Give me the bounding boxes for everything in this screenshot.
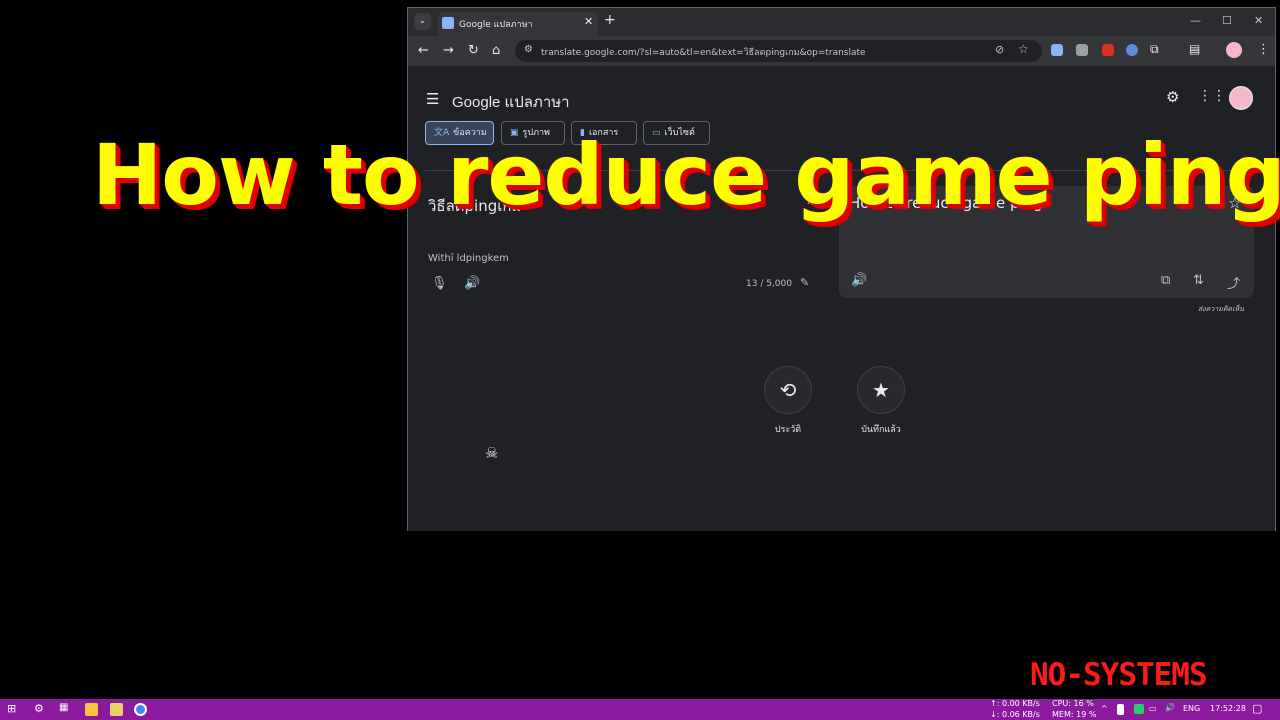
notepad-icon[interactable] (110, 703, 123, 716)
close-window-button[interactable]: ✕ (1254, 14, 1263, 27)
saved-button[interactable]: ★ (857, 366, 905, 414)
profile-avatar[interactable] (1226, 42, 1242, 58)
microphone-icon[interactable]: 🎙 (431, 276, 448, 291)
tray-expand-icon[interactable]: ^ (1101, 704, 1108, 713)
chrome-taskbar-icon[interactable] (134, 703, 147, 716)
bookmark-star-icon[interactable]: ☆ (1018, 42, 1029, 56)
maximize-button[interactable]: ☐ (1222, 14, 1232, 27)
address-bar[interactable]: ⚙ translate.google.com/?sl=auto&tl=en&te… (515, 40, 1042, 62)
saved-label: บันทึกแล้ว (861, 425, 901, 435)
video-title-overlay: How to reduce game ping (92, 126, 1280, 224)
char-count: 13 / 5,000 (746, 279, 792, 289)
mem-usage: MEM: 19 % (1052, 710, 1097, 719)
usb-tray-icon[interactable] (1117, 704, 1124, 715)
send-feedback-link[interactable]: ส่งความคิดเห็น (1198, 304, 1244, 315)
notification-icon[interactable]: ▢ (1252, 702, 1262, 715)
rate-translation-icon[interactable]: ⇅ (1193, 273, 1204, 288)
channel-watermark: NO-SYSTEMS (1030, 657, 1208, 693)
tab-close-icon[interactable]: ✕ (584, 15, 593, 28)
windows-taskbar: ⊞ ⚙ ▦ ↑: 0.00 KB/s ↓: 0.06 KB/s CPU: 16 … (0, 699, 1280, 720)
start-windows-icon[interactable]: ⊞ (7, 702, 16, 715)
volume-tray-icon[interactable]: 🔊 (1165, 703, 1175, 712)
saved-star-icon: ★ (872, 378, 890, 402)
net-download: ↓: 0.06 KB/s (990, 710, 1040, 719)
back-icon[interactable]: ← (418, 43, 429, 58)
copy-icon[interactable]: ⧉ (1161, 273, 1170, 288)
calculator-taskbar-icon[interactable]: ▦ (59, 702, 68, 713)
net-upload: ↑: 0.00 KB/s (990, 699, 1040, 708)
skull-cursor-icon: ☠ (485, 444, 499, 462)
google-translate-logo[interactable]: Google แปลภาษา (452, 90, 570, 114)
cpu-usage: CPU: 16 % (1052, 699, 1094, 708)
settings-gear-icon[interactable]: ⚙ (1166, 88, 1179, 106)
forward-icon[interactable]: → (443, 43, 454, 58)
tab-google-translate[interactable]: Google แปลภาษา ✕ (438, 12, 598, 36)
source-speaker-icon[interactable]: 🔊 (464, 276, 480, 291)
share-icon[interactable]: ⤴ (1227, 273, 1240, 292)
extension-badge-icon[interactable] (1102, 44, 1114, 56)
source-transliteration: Withī ldpingkem (428, 253, 509, 264)
history-label: ประวัติ (774, 425, 802, 435)
extension-translate-icon[interactable] (1051, 44, 1063, 56)
url-text[interactable]: translate.google.com/?sl=auto&tl=en&text… (541, 45, 866, 59)
browser-toolbar: ← → ↻ ⌂ ⚙ translate.google.com/?sl=auto&… (408, 36, 1275, 66)
site-info-icon[interactable]: ⚙ (524, 44, 533, 55)
hamburger-menu-icon[interactable]: ☰ (426, 90, 439, 108)
target-speaker-icon[interactable]: 🔊 (851, 273, 867, 288)
side-panel-icon[interactable]: ▤ (1189, 42, 1200, 56)
battery-tray-icon[interactable]: ▭ (1149, 704, 1157, 713)
clock[interactable]: 17:52:28 (1210, 704, 1246, 713)
browser-window: ⌄ Google แปลภาษา ✕ + — ☐ ✕ ← → ↻ ⌂ ⚙ tra… (407, 7, 1276, 531)
translate-favicon-icon (442, 17, 454, 29)
settings-taskbar-icon[interactable]: ⚙ (34, 702, 44, 715)
extension-cast-icon[interactable] (1076, 44, 1088, 56)
tab-strip: ⌄ Google แปลภาษา ✕ + — ☐ ✕ (408, 8, 1275, 36)
logo-google: Google (452, 94, 501, 111)
app-tray-icon[interactable] (1134, 704, 1144, 714)
edit-pencil-icon[interactable]: ✎ (800, 276, 809, 289)
file-explorer-icon[interactable] (85, 703, 98, 716)
apps-grid-icon[interactable]: ⋮⋮ (1198, 88, 1226, 104)
history-icon: ⟲ (779, 378, 797, 402)
eye-off-icon[interactable]: ⊘ (995, 43, 1004, 56)
extensions-puzzle-icon[interactable]: ⧉ (1150, 42, 1159, 57)
new-tab-button[interactable]: + (604, 12, 616, 28)
minimize-button[interactable]: — (1190, 14, 1201, 27)
home-icon[interactable]: ⌂ (492, 43, 500, 58)
logo-suffix: แปลภาษา (504, 94, 570, 111)
reload-icon[interactable]: ↻ (468, 43, 479, 58)
account-avatar[interactable] (1229, 86, 1253, 110)
extension-circle-icon[interactable] (1126, 44, 1138, 56)
tab-search-button[interactable]: ⌄ (414, 13, 431, 30)
tab-title: Google แปลภาษา (459, 20, 533, 30)
history-button[interactable]: ⟲ (764, 366, 812, 414)
input-language[interactable]: ENG (1183, 704, 1200, 713)
browser-menu-icon[interactable]: ⋮ (1257, 42, 1270, 57)
